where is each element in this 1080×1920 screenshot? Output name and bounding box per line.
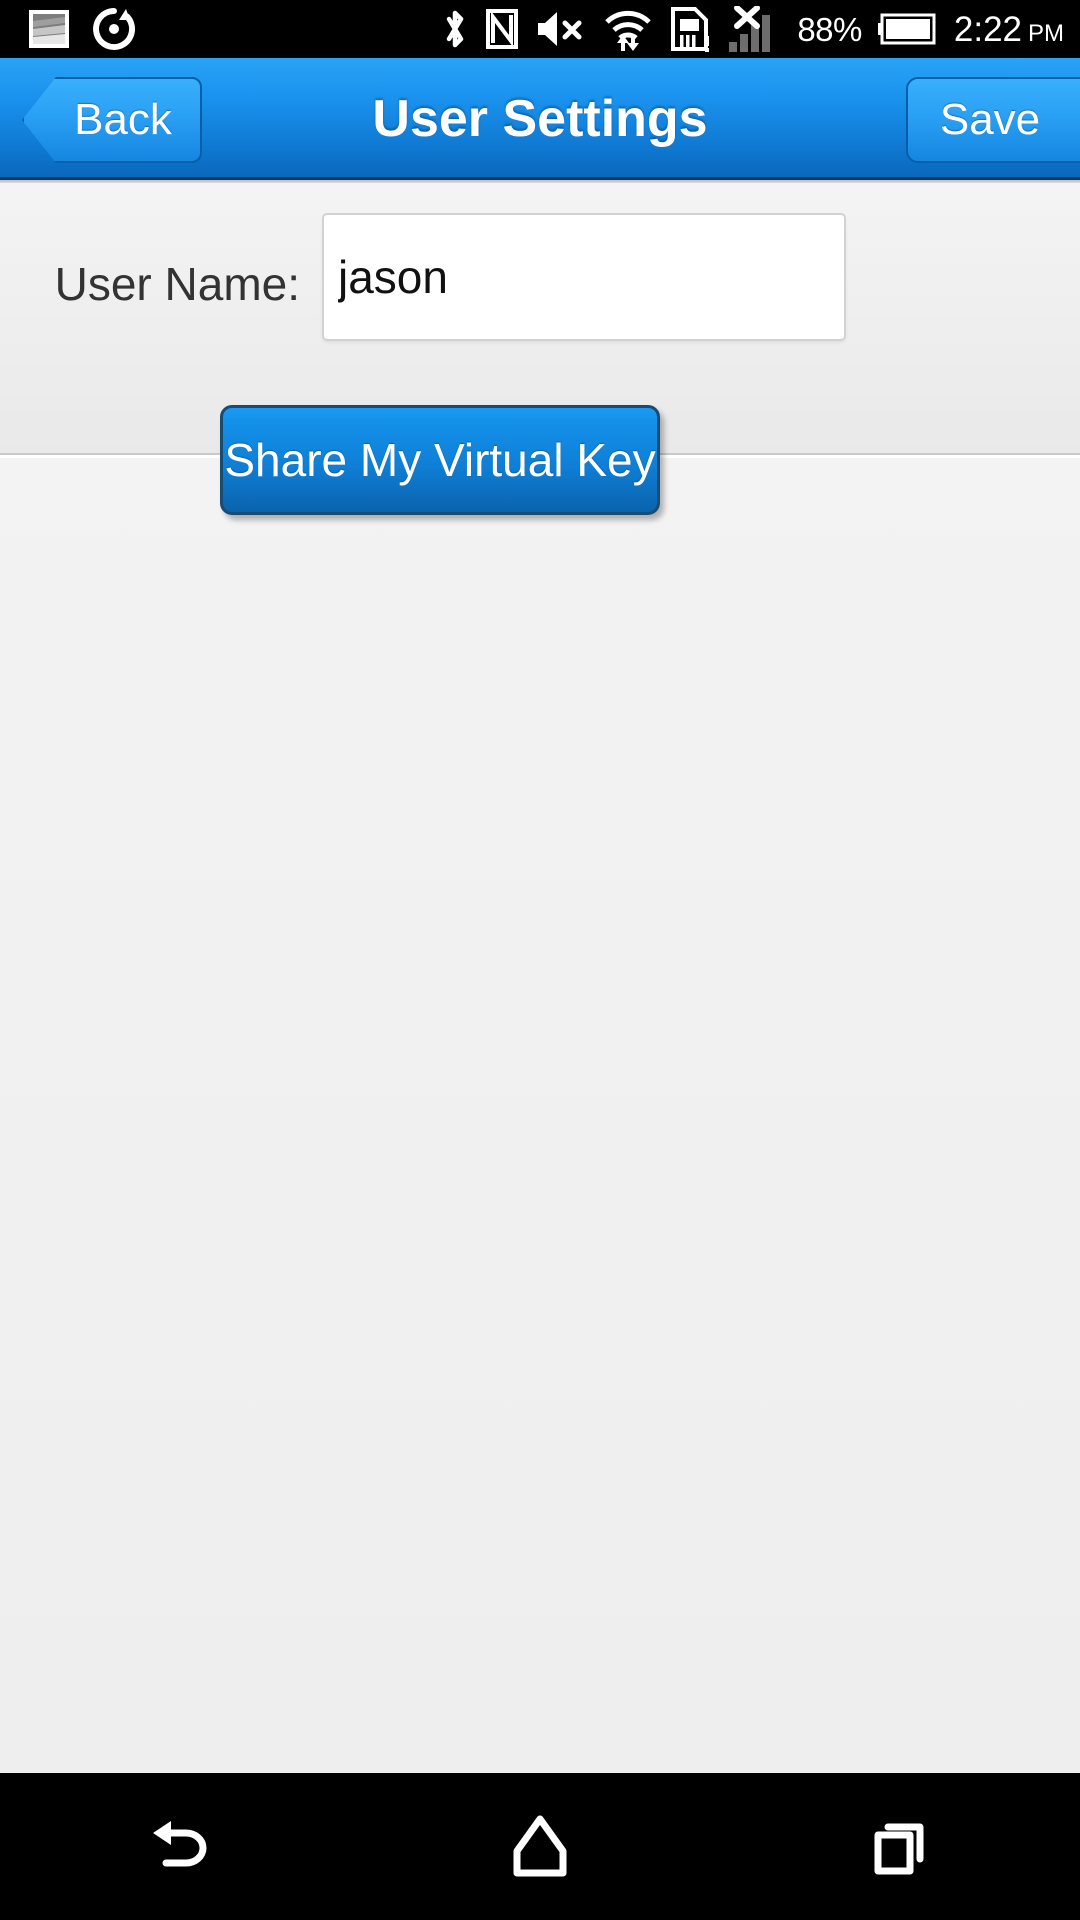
volume-mute-icon — [538, 12, 582, 46]
signal-no-service-icon — [729, 6, 771, 52]
username-label: User Name: — [54, 258, 300, 310]
app-header-bar: Back User Settings Save — [0, 58, 1080, 185]
clock-ampm: PM — [1028, 19, 1064, 47]
nav-back-button[interactable] — [0, 1773, 360, 1920]
nfc-icon — [486, 9, 519, 49]
recent-apps-icon — [874, 1823, 924, 1874]
share-virtual-key-button[interactable]: Share My Virtual Key — [220, 405, 660, 515]
save-button-label: Save — [939, 95, 1041, 144]
status-bar: 88% 2:22 PM — [0, 0, 1080, 58]
wifi-icon — [605, 10, 652, 51]
battery-percent-label: 88% — [797, 10, 862, 48]
sim-card-alert-icon — [671, 7, 710, 52]
save-button[interactable]: Save — [906, 77, 1080, 163]
back-button[interactable]: Back — [22, 77, 202, 163]
home-icon — [513, 1815, 567, 1876]
back-arrow-icon — [153, 1820, 207, 1866]
screenshot-notification-icon — [29, 10, 69, 48]
battery-icon — [877, 13, 936, 45]
status-bar-left-icons — [28, 7, 136, 51]
settings-content: User Name: Share My Virtual Key — [0, 183, 1080, 1773]
clock-time: 2:22 — [953, 9, 1022, 49]
sync-rotate-icon — [93, 8, 136, 50]
status-bar-clock: 2:22 PM — [954, 12, 1064, 47]
nav-home-button[interactable] — [360, 1773, 720, 1920]
share-virtual-key-label: Share My Virtual Key — [224, 434, 656, 486]
bluetooth-icon — [447, 10, 464, 48]
status-bar-right-icons: 88% 2:22 PM — [441, 6, 1064, 52]
username-input[interactable] — [322, 213, 846, 341]
phone-screen: 88% 2:22 PM Back User Settings Save User … — [0, 0, 1080, 1920]
system-navigation-bar — [0, 1773, 1080, 1920]
nav-recents-button[interactable] — [720, 1773, 1080, 1920]
back-button-label: Back — [74, 95, 172, 144]
